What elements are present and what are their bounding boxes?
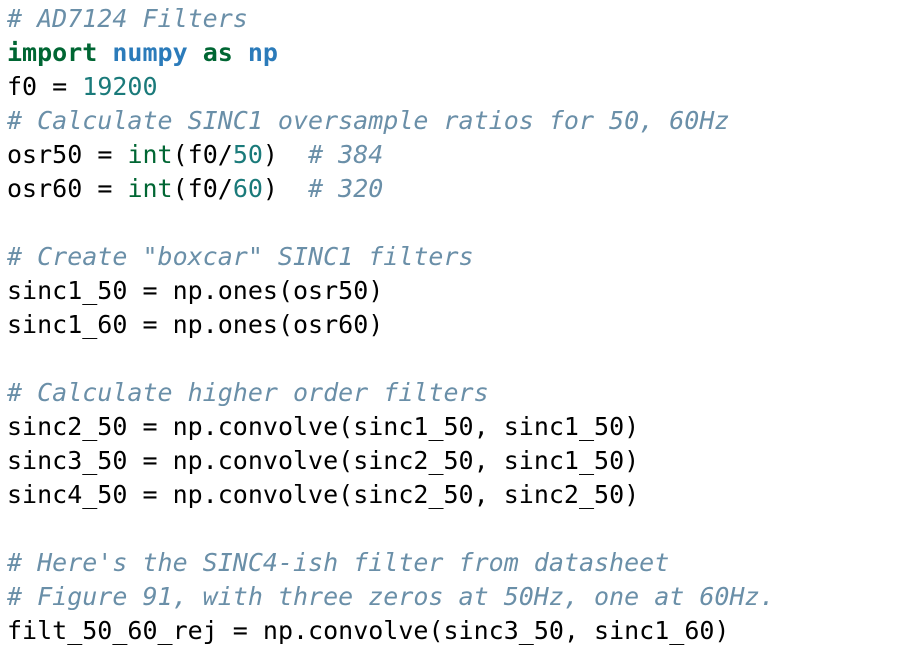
token-plain: sinc3_50 bbox=[7, 446, 143, 475]
token-number: 60 bbox=[232, 174, 263, 203]
code-line: # Calculate higher order filters bbox=[7, 376, 908, 410]
token-plain: osr60 bbox=[7, 174, 98, 203]
token-plain: sinc4_50 bbox=[7, 480, 143, 509]
token-comment: # 384 bbox=[308, 140, 384, 169]
code-block[interactable]: # AD7124 Filters import numpy as np f0 = 1… bbox=[0, 0, 908, 645]
token-op: = bbox=[142, 446, 158, 475]
code-line: # AD7124 Filters bbox=[7, 2, 908, 36]
token-plain: ) bbox=[262, 140, 309, 169]
token-builtin: int bbox=[127, 140, 173, 169]
token-number: 19200 bbox=[82, 72, 158, 101]
code-line: sinc2_50 = np.convolve(sinc1_50, sinc1_5… bbox=[7, 410, 908, 444]
token-op: = bbox=[52, 72, 68, 101]
token-op: = bbox=[142, 412, 158, 441]
token-plain: np.convolve(sinc3_50, sinc1_60) bbox=[247, 616, 730, 645]
token-op: = bbox=[142, 310, 158, 339]
token-plain: osr50 bbox=[7, 140, 98, 169]
token-keyword: import bbox=[7, 38, 98, 67]
token-plain: ) bbox=[262, 174, 309, 203]
code-line: sinc3_50 = np.convolve(sinc2_50, sinc1_5… bbox=[7, 444, 908, 478]
token-keyword: as bbox=[202, 38, 233, 67]
token-comment: # Figure 91, with three zeros at 50Hz, o… bbox=[7, 582, 775, 611]
token-comment: # Calculate higher order filters bbox=[7, 378, 489, 407]
token-module: numpy bbox=[112, 38, 188, 67]
token-plain: np.ones(osr50) bbox=[157, 276, 384, 305]
token-builtin: int bbox=[127, 174, 173, 203]
token-plain: np.convolve(sinc2_50, sinc2_50) bbox=[157, 480, 640, 509]
token-op: = bbox=[142, 276, 158, 305]
token-plain: np.convolve(sinc1_50, sinc1_50) bbox=[157, 412, 640, 441]
token-comment: # Create "boxcar" SINC1 filters bbox=[7, 242, 474, 271]
code-line: f0 = 19200 bbox=[7, 70, 908, 104]
code-line: # Here's the SINC4-ish filter from datas… bbox=[7, 546, 908, 580]
token-op: = bbox=[142, 480, 158, 509]
code-line: # Figure 91, with three zeros at 50Hz, o… bbox=[7, 580, 908, 614]
token-plain: (f0/ bbox=[172, 174, 233, 203]
code-line: sinc4_50 = np.convolve(sinc2_50, sinc2_5… bbox=[7, 478, 908, 512]
token-plain: sinc1_50 bbox=[7, 276, 143, 305]
token-plain: sinc1_60 bbox=[7, 310, 143, 339]
code-line: sinc1_60 = np.ones(osr60) bbox=[7, 308, 908, 342]
token-comment: # Calculate SINC1 oversample ratios for … bbox=[7, 106, 730, 135]
token-module: np bbox=[247, 38, 278, 67]
token-op: = bbox=[232, 616, 248, 645]
code-line: # Create "boxcar" SINC1 filters bbox=[7, 240, 908, 274]
token-plain: np.convolve(sinc2_50, sinc1_50) bbox=[157, 446, 640, 475]
token-plain: f0 bbox=[7, 72, 53, 101]
token-comment: # 320 bbox=[308, 174, 384, 203]
code-line: osr60 = int(f0/60) # 320 bbox=[7, 172, 908, 206]
token-op: = bbox=[97, 174, 113, 203]
code-line: osr50 = int(f0/50) # 384 bbox=[7, 138, 908, 172]
token-comment: # Here's the SINC4-ish filter from datas… bbox=[7, 548, 670, 577]
code-line: # Calculate SINC1 oversample ratios for … bbox=[7, 104, 908, 138]
code-line: filt_50_60_rej = np.convolve(sinc3_50, s… bbox=[7, 614, 908, 648]
token-op: = bbox=[97, 140, 113, 169]
token-number: 50 bbox=[232, 140, 263, 169]
token-plain: (f0/ bbox=[172, 140, 233, 169]
token-plain: np.ones(osr60) bbox=[157, 310, 384, 339]
code-line: import numpy as np bbox=[7, 36, 908, 70]
token-plain: filt_50_60_rej bbox=[7, 616, 233, 645]
token-plain: sinc2_50 bbox=[7, 412, 143, 441]
code-line: sinc1_50 = np.ones(osr50) bbox=[7, 274, 908, 308]
token-comment: # AD7124 Filters bbox=[7, 4, 248, 33]
